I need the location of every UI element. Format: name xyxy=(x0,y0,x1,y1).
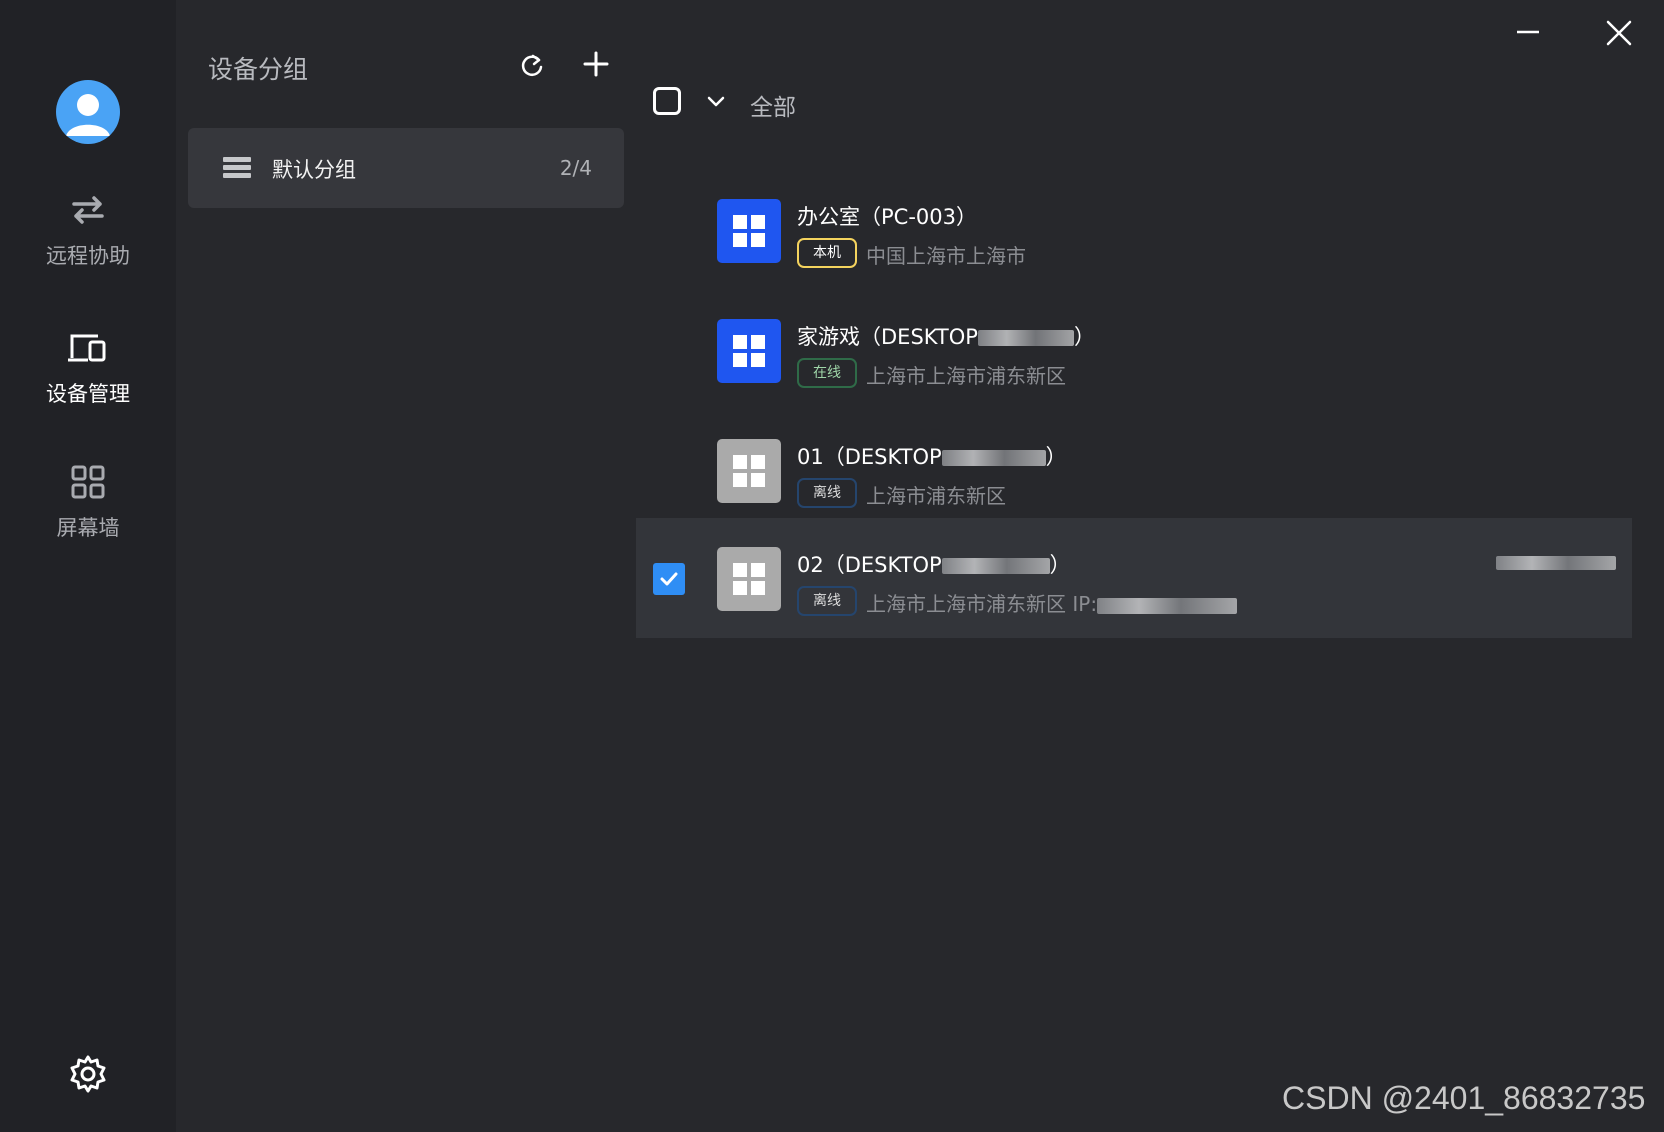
user-avatar[interactable] xyxy=(56,80,120,144)
nav-device-management-label: 设备管理 xyxy=(46,382,130,406)
windows-icon xyxy=(717,319,781,383)
nav-remote-assist-label: 远程协助 xyxy=(46,244,130,268)
refresh-icon[interactable] xyxy=(518,52,546,80)
windows-icon xyxy=(717,547,781,611)
windows-icon xyxy=(717,439,781,503)
device-monitor-icon xyxy=(68,334,106,362)
close-icon[interactable] xyxy=(1604,18,1634,48)
watermark: CSDN @2401_86832735 xyxy=(1282,1080,1646,1116)
device-row[interactable]: 办公室（PC-003） 本机 中国上海市上海市 xyxy=(636,170,1632,290)
redacted-block xyxy=(1097,597,1238,614)
device-row[interactable]: 02（DESKTOP） 离线 上海市上海市浦东新区 IP: xyxy=(636,518,1632,638)
nav-screen-wall[interactable]: 屏幕墙 xyxy=(0,462,176,542)
device-name: 办公室（PC-003） xyxy=(797,205,977,229)
arrows-swap-icon xyxy=(72,196,104,224)
redacted-block xyxy=(1496,555,1616,570)
redacted-block xyxy=(977,330,1074,346)
status-badge: 离线 xyxy=(797,586,857,616)
gear-icon[interactable] xyxy=(68,1054,108,1094)
device-row[interactable]: 家游戏（DESKTOP） 在线 上海市上海市浦东新区 xyxy=(636,290,1632,410)
redacted-block xyxy=(941,450,1046,466)
add-group-icon[interactable] xyxy=(582,50,610,78)
filter-label[interactable]: 全部 xyxy=(750,88,796,122)
group-panel-title: 设备分组 xyxy=(208,55,309,84)
status-badge: 离线 xyxy=(797,478,857,508)
group-item-default[interactable]: 默认分组 2/4 xyxy=(188,128,624,208)
checkmark-icon xyxy=(660,572,678,586)
grid-icon xyxy=(71,465,105,499)
minimize-icon[interactable] xyxy=(1514,18,1542,46)
nav-device-management[interactable]: 设备管理 xyxy=(0,328,176,408)
select-all-checkbox[interactable] xyxy=(653,87,681,115)
device-name: 01（DESKTOP） xyxy=(797,445,1067,469)
device-location: 中国上海市上海市 xyxy=(866,244,1026,268)
device-name: 02（DESKTOP） xyxy=(797,553,1071,577)
device-extra-info xyxy=(1496,552,1616,571)
nav-screen-wall-label: 屏幕墙 xyxy=(56,516,120,540)
nav-remote-assist[interactable]: 远程协助 xyxy=(0,190,176,270)
row-checkbox[interactable] xyxy=(653,563,685,595)
nav-rail: 远程协助 设备管理 屏幕墙 xyxy=(0,0,176,1132)
status-badge: 在线 xyxy=(797,358,857,388)
windows-icon xyxy=(717,199,781,263)
device-location: 上海市上海市浦东新区 IP: xyxy=(866,588,1238,617)
group-item-name: 默认分组 xyxy=(272,158,356,182)
device-name: 家游戏（DESKTOP） xyxy=(797,325,1095,349)
device-row[interactable]: 01（DESKTOP） 离线 上海市浦东新区 xyxy=(636,410,1632,530)
device-location: 上海市上海市浦东新区 xyxy=(866,364,1066,388)
user-icon xyxy=(66,94,110,136)
list-icon xyxy=(223,157,251,178)
status-badge: 本机 xyxy=(797,238,857,268)
group-item-count: 2/4 xyxy=(559,156,592,180)
device-location: 上海市浦东新区 xyxy=(866,484,1006,508)
chevron-down-icon[interactable] xyxy=(706,92,726,112)
redacted-block xyxy=(941,558,1050,574)
